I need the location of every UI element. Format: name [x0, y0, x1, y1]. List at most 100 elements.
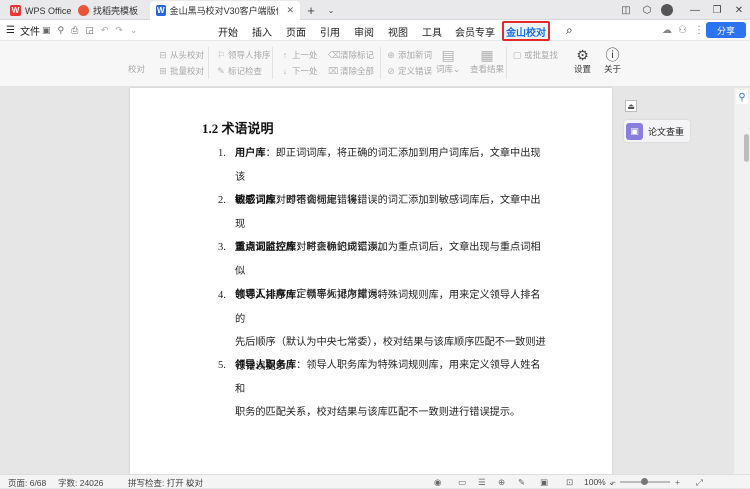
link-icon[interactable]: ⚲	[58, 25, 65, 36]
close-window-icon[interactable]: ✕	[728, 0, 750, 20]
view-result-button[interactable]: ▦ 查看结果	[470, 47, 504, 75]
word-count[interactable]: 字数: 24026	[58, 477, 103, 489]
proof-ribbon: 校对 ⊟ 从头校对 ⊞ 批量校对 ⚐ 领导人排序 ✎ 标记检查 ↑ 上一处 ↓ 下一处 ⌫ 清…	[0, 41, 750, 87]
preview-icon[interactable]: ◲	[85, 25, 94, 36]
mark-check-button[interactable]: ✎ 标记检查	[216, 65, 262, 77]
arrow-down-icon: ↓	[282, 66, 288, 76]
page-view-icon[interactable]: ▭	[458, 477, 466, 488]
maximize-icon[interactable]: ❐	[706, 0, 728, 20]
minimize-icon[interactable]: —	[684, 0, 706, 20]
mark-icon: ✎	[217, 65, 225, 76]
clear-mark-button[interactable]: ⌫ 清除标记	[328, 49, 374, 61]
tab-page[interactable]: 页面	[282, 23, 310, 39]
tab-insert[interactable]: 插入	[248, 23, 276, 39]
redo-icon[interactable]: ↷	[115, 25, 123, 36]
divider	[272, 47, 273, 79]
tab-reference[interactable]: 引用	[316, 23, 344, 39]
tab-template[interactable]: 找稻壳模板	[72, 1, 144, 20]
proof-button[interactable]: 校对	[128, 63, 145, 75]
prev-button[interactable]: ↑ 上一处	[280, 49, 318, 61]
arrow-up-icon: ↑	[282, 50, 288, 60]
sort-icon: ⚐	[216, 49, 226, 60]
paper-check-button[interactable]: ▣ 论文查重	[624, 120, 690, 142]
tab-member[interactable]: 会员专享	[452, 23, 498, 39]
from-head-button[interactable]: ⊟ 从头校对	[158, 49, 204, 61]
tab-view[interactable]: 视图	[384, 23, 412, 39]
tab-jinshan-proof[interactable]: 金山校对	[502, 21, 550, 41]
info-icon: ⓘ	[605, 47, 620, 63]
web-view-icon[interactable]: ⊕	[498, 477, 505, 488]
clear-all-icon: ⌧	[328, 65, 339, 76]
cloud-icon[interactable]: ☁	[662, 20, 672, 41]
avatar[interactable]	[656, 0, 678, 20]
paper-check-icon: ▣	[626, 122, 643, 140]
chevron-down-icon[interactable]: ⌄	[320, 0, 342, 20]
status-bar: 页面: 6/68 字数: 24026 拼写检查: 打开 ⌄ 校对 ◉ ▭ ☰ ⊕…	[0, 474, 750, 488]
define-error-button[interactable]: ⊘ 定义错误	[386, 65, 432, 77]
more-dots-icon[interactable]: ⋮	[694, 20, 704, 41]
batch-icon: ⊞	[159, 65, 167, 76]
fit-page-icon[interactable]: ⤢	[696, 477, 703, 488]
proof-start-icon: ⊟	[159, 49, 167, 60]
list-item: 5. 领导人职务库：领导人职务库为特殊词规则库，用来定义领导人姓名和 职务的匹配…	[218, 360, 541, 418]
users-icon[interactable]: ⚇	[678, 20, 687, 41]
add-word-icon: ⊕	[387, 49, 395, 60]
next-button[interactable]: ↓ 下一处	[280, 65, 318, 77]
print-icon[interactable]: ⎙	[71, 25, 78, 36]
docer-logo-icon	[78, 5, 89, 16]
tab-review[interactable]: 审阅	[350, 23, 378, 39]
zoom-out-icon[interactable]: −	[611, 477, 616, 487]
result-icon: ▦	[480, 47, 494, 63]
writer-logo-icon: W	[156, 5, 166, 16]
close-tab-icon[interactable]: ✕	[286, 5, 294, 16]
divider	[380, 47, 381, 79]
tab-document[interactable]: W 金山黑马校对V30客户端版使用 ✕	[150, 1, 300, 20]
pen-icon[interactable]: ✎	[518, 477, 525, 488]
wps-logo-icon: W	[10, 5, 21, 16]
undo-icon[interactable]: ↶	[101, 25, 109, 36]
tab-start[interactable]: 开始	[214, 23, 242, 39]
focus-icon[interactable]: ▣	[540, 477, 548, 488]
settings-button[interactable]: ⚙ 设置	[574, 47, 591, 75]
vertical-scrollbar[interactable]	[744, 134, 749, 162]
eye-icon[interactable]: ◉	[434, 477, 441, 488]
define-error-icon: ⊘	[387, 65, 395, 76]
divider	[506, 47, 507, 79]
hamburger-icon[interactable]: ☰	[6, 20, 15, 41]
location-icon[interactable]: ⚲	[736, 90, 748, 104]
share-button[interactable]: 分享	[706, 22, 746, 38]
tab-wps-office[interactable]: W WPS Office	[4, 1, 77, 20]
outline-view-icon[interactable]: ☰	[478, 477, 486, 488]
tab-tools[interactable]: 工具	[418, 23, 446, 39]
leader-sort-button[interactable]: ⚐ 领导人排序	[216, 49, 271, 61]
about-button[interactable]: ⓘ 关于	[604, 47, 621, 75]
lexicon-icon: ▤	[441, 47, 455, 63]
gear-icon: ⚙	[576, 47, 589, 63]
save-icon[interactable]: ▣	[42, 25, 51, 36]
approve-icon: ▢	[512, 49, 522, 60]
menu-bar: ☰ 文件 ▣ ⚲ ⎙ ◲ ↶ ↷ ⌄ 开始 插入 页面 引用 审阅 视图 工具 …	[0, 20, 750, 41]
divider	[208, 47, 209, 79]
search-icon[interactable]: ⌕	[566, 20, 573, 41]
zoom-slider-handle[interactable]	[641, 478, 648, 485]
lexicon-button[interactable]: ▤ 词库⌄	[436, 47, 460, 75]
file-menu[interactable]: 文件	[20, 20, 40, 41]
title-bar: W WPS Office 找稻壳模板 W 金山黑马校对V30客户端版使用 ✕ +…	[0, 0, 750, 20]
quick-toolbar: ▣ ⚲ ⎙ ◲ ↶ ↷ ⌄	[42, 20, 137, 41]
batch-button[interactable]: ⊞ 批量校对	[158, 65, 204, 77]
proof-status[interactable]: 校对	[186, 477, 203, 489]
page-count[interactable]: 页面: 6/68	[8, 477, 46, 489]
settings-box-icon[interactable]: ⬡	[636, 0, 658, 20]
window-layout-icon[interactable]: ◫	[615, 0, 637, 20]
more-icon[interactable]: ⌄	[130, 25, 138, 36]
clear-all-button[interactable]: ⌧ 清除全部	[328, 65, 374, 77]
zoom-in-icon[interactable]: +	[675, 477, 680, 487]
read-mode-icon[interactable]: ⊡	[566, 477, 573, 488]
section-heading: 1.2 术语说明	[202, 121, 274, 136]
collapse-icon[interactable]: ⏏	[625, 100, 637, 112]
document-page[interactable]: 1.2 术语说明 1. 用户库：即正词词库，将正确的词汇添加到用户词库后，文章中…	[130, 88, 612, 474]
add-word-button[interactable]: ⊕ 添加新词	[386, 49, 432, 61]
spell-check[interactable]: 拼写检查: 打开 ⌄	[128, 477, 193, 489]
approve-button[interactable]: ▢ 或批复找	[512, 49, 558, 61]
new-tab-icon[interactable]: +	[300, 0, 322, 20]
